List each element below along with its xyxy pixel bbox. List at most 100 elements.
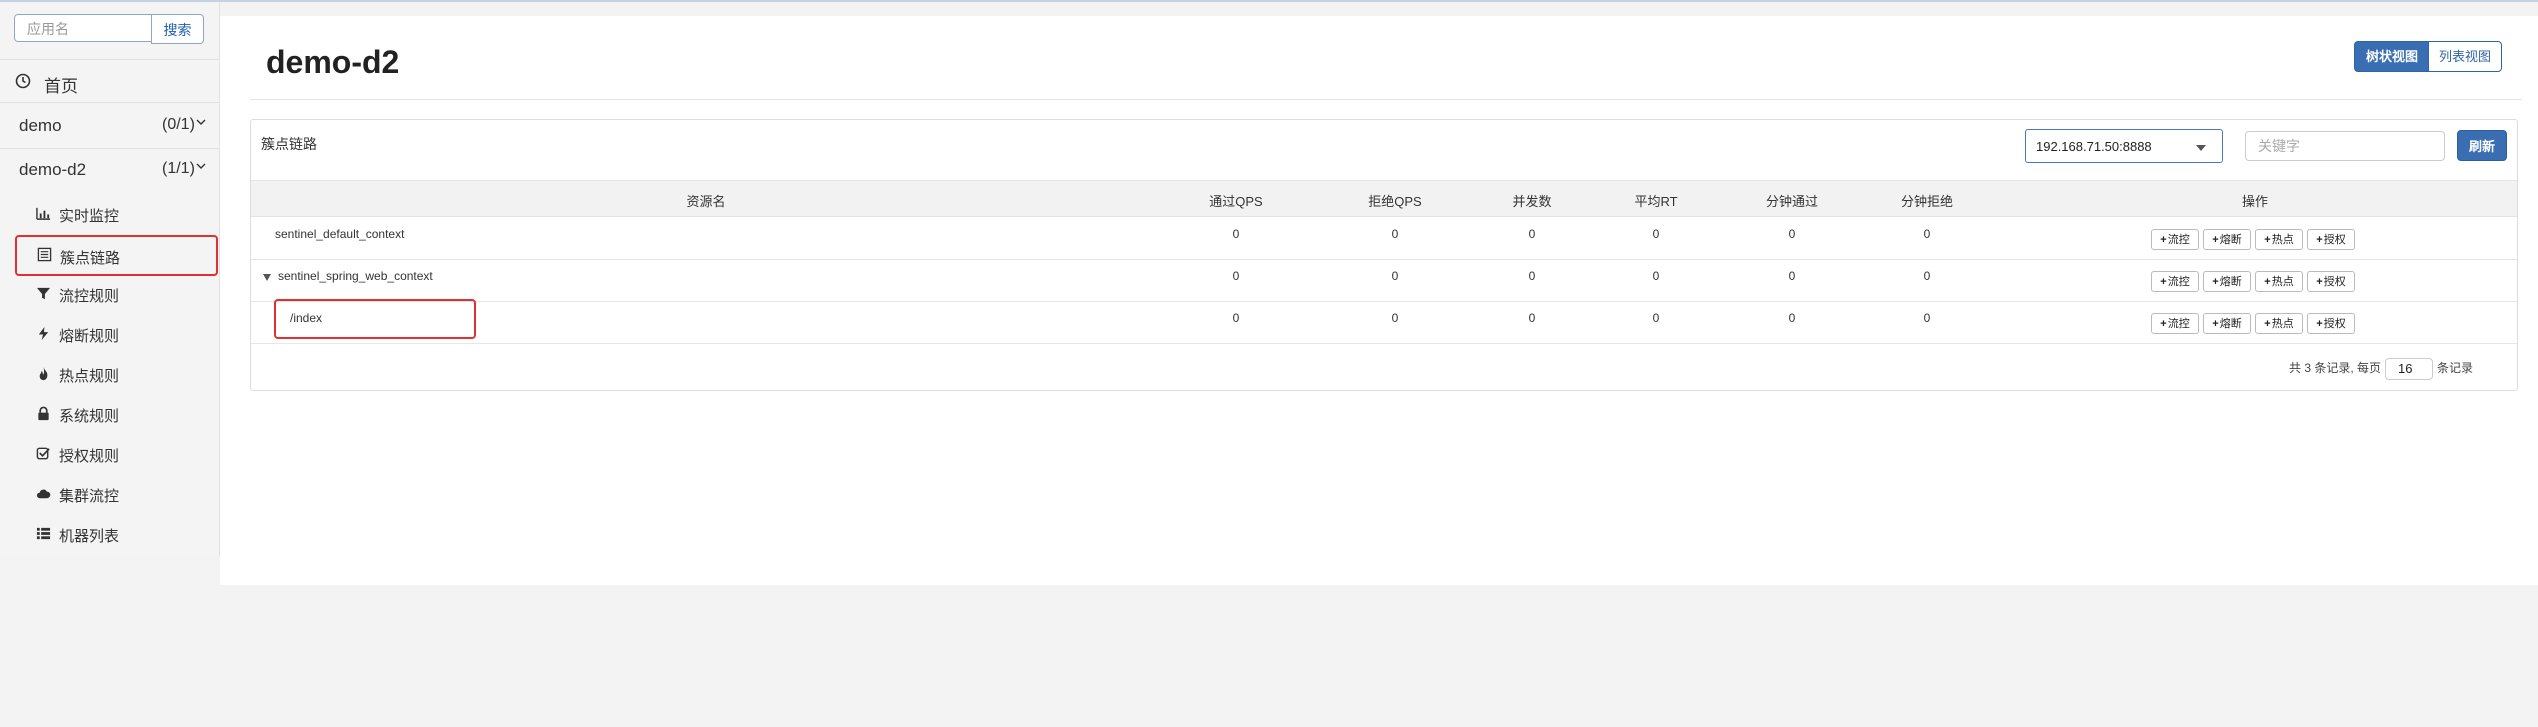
tree-view-button[interactable]: 树状视图	[2354, 41, 2430, 72]
add-degrade-rule-button[interactable]: +熔断	[2203, 229, 2251, 250]
fire-icon	[39, 366, 48, 381]
button-label: 流控	[2167, 276, 2190, 288]
block-qps: 0	[1391, 269, 1399, 283]
sidebar-item-hotspot-rules[interactable]: 热点规则	[0, 355, 219, 393]
column-header: 操作	[2241, 194, 2269, 209]
refresh-button[interactable]: 刷新	[2457, 130, 2507, 161]
bolt-icon	[38, 326, 49, 341]
sidebar-divider	[0, 148, 219, 149]
app-search: 应用名 搜索	[14, 14, 204, 46]
minute-pass: 0	[1788, 269, 1796, 283]
app-search-button[interactable]: 搜索	[151, 14, 204, 44]
minute-pass: 0	[1788, 311, 1796, 325]
column-header: 并发数	[1512, 194, 1552, 209]
minute-pass: 0	[1788, 227, 1796, 241]
main-content: demo-d2 树状视图 列表视图 簇点链路 192.168.71.50:888…	[220, 16, 2538, 585]
block-qps: 0	[1391, 311, 1399, 325]
app-search-input[interactable]: 应用名	[14, 14, 152, 42]
expand-caret-icon[interactable]	[263, 274, 271, 281]
th-list-icon	[36, 527, 51, 540]
column-header: 分钟通过	[1765, 194, 1819, 209]
filter-icon	[36, 287, 51, 300]
concurrency: 0	[1528, 227, 1536, 241]
sidebar-item-degrade-rules[interactable]: 熔断规则	[0, 315, 219, 353]
sidebar-item-system-rules[interactable]: 系统规则	[0, 395, 219, 433]
page-size-input[interactable]: 16	[2385, 358, 2434, 380]
clock-icon	[15, 73, 31, 89]
add-hotspot-rule-button[interactable]: +热点	[2255, 313, 2303, 334]
sidebar-item-home[interactable]: 首页	[0, 62, 219, 102]
button-label: 热点	[2271, 318, 2294, 330]
cloud-icon	[36, 489, 51, 499]
button-label: 熔断	[2219, 276, 2242, 288]
add-degrade-rule-button[interactable]: +熔断	[2203, 313, 2251, 334]
sidebar-item-realtime-monitor[interactable]: 实时监控	[0, 195, 219, 233]
sidebar-item-label: 机器列表	[59, 528, 120, 545]
sidebar-item-label: 热点规则	[59, 368, 120, 385]
lock-icon	[38, 406, 49, 421]
sidebar-item-label: 簇点链路	[60, 250, 121, 267]
pagination-suffix: 条记录	[2437, 361, 2474, 376]
app-name: demo	[19, 116, 62, 135]
resource-name: /index	[290, 311, 323, 325]
sidebar-item-label: 首页	[44, 77, 78, 96]
resource-name: sentinel_default_context	[275, 227, 405, 241]
add-authority-rule-button[interactable]: +授权	[2307, 229, 2355, 250]
top-border	[0, 0, 2538, 2]
sidebar-item-authority-rules[interactable]: 授权规则	[0, 435, 219, 473]
table-row: sentinel_default_context 0 0 0 0 0 0 +流控…	[251, 217, 2517, 260]
add-hotspot-rule-button[interactable]: +热点	[2255, 271, 2303, 292]
title-divider	[250, 99, 2522, 100]
concurrency: 0	[1528, 311, 1536, 325]
resource-name: sentinel_spring_web_context	[278, 269, 433, 283]
add-flow-rule-button[interactable]: +流控	[2151, 229, 2199, 250]
add-hotspot-rule-button[interactable]: +热点	[2255, 229, 2303, 250]
table-row: /index 0 0 0 0 0 0 +流控 +熔断 +热点 +授权	[251, 299, 2517, 344]
sidebar-item-label: 流控规则	[59, 288, 120, 305]
app-instance-count: (1/1)	[162, 160, 195, 177]
sidebar-item-label: 授权规则	[59, 448, 120, 465]
button-label: 授权	[2323, 276, 2346, 288]
pass-qps: 0	[1232, 269, 1240, 283]
table-row: sentinel_spring_web_context 0 0 0 0 0 0 …	[251, 259, 2517, 302]
column-header: 平均RT	[1634, 194, 1678, 209]
add-flow-rule-button[interactable]: +流控	[2151, 313, 2199, 334]
minute-block: 0	[1923, 227, 1931, 241]
column-header: 分钟拒绝	[1900, 194, 1954, 209]
resource-panel: 簇点链路 192.168.71.50:8888 关键字 刷新 资源名 通过QPS…	[250, 119, 2518, 391]
avg-rt: 0	[1652, 227, 1660, 241]
avg-rt: 0	[1652, 311, 1660, 325]
add-authority-rule-button[interactable]: +授权	[2307, 313, 2355, 334]
app-item-demo[interactable]: demo (0/1)	[0, 106, 219, 146]
concurrency: 0	[1528, 269, 1536, 283]
add-flow-rule-button[interactable]: +流控	[2151, 271, 2199, 292]
machine-select-value: 192.168.71.50:8888	[2036, 139, 2152, 154]
sidebar-item-label: 系统规则	[59, 408, 120, 425]
sidebar-item-label: 熔断规则	[59, 328, 120, 345]
panel-title: 簇点链路	[261, 136, 317, 152]
add-degrade-rule-button[interactable]: +熔断	[2203, 271, 2251, 292]
add-authority-rule-button[interactable]: +授权	[2307, 271, 2355, 292]
button-label: 熔断	[2219, 318, 2242, 330]
table-header: 资源名 通过QPS 拒绝QPS 并发数 平均RT 分钟通过 分钟拒绝 操作	[251, 180, 2517, 217]
app-item-demo-d2[interactable]: demo-d2 (1/1)	[0, 150, 219, 190]
column-header: 资源名	[686, 194, 726, 209]
sidebar-item-cluster-flow[interactable]: 集群流控	[0, 475, 219, 513]
block-qps: 0	[1391, 227, 1399, 241]
app-instance-count: (0/1)	[162, 116, 195, 133]
pass-qps: 0	[1232, 227, 1240, 241]
chevron-down-icon	[196, 163, 206, 169]
chevron-down-icon	[196, 119, 206, 125]
sidebar-item-machine-list[interactable]: 机器列表	[0, 515, 219, 553]
list-view-button[interactable]: 列表视图	[2428, 41, 2502, 72]
keyword-input[interactable]: 关键字	[2245, 131, 2445, 161]
sidebar-item-cluster-point-link[interactable]: 簇点链路	[15, 235, 218, 276]
button-label: 熔断	[2219, 234, 2242, 246]
button-label: 授权	[2323, 234, 2346, 246]
avg-rt: 0	[1652, 269, 1660, 283]
button-label: 流控	[2167, 234, 2190, 246]
machine-select[interactable]: 192.168.71.50:8888	[2025, 129, 2223, 163]
sidebar-item-flow-rules[interactable]: 流控规则	[0, 275, 219, 313]
column-header: 通过QPS	[1209, 194, 1263, 209]
sidebar-item-label: 实时监控	[59, 208, 120, 225]
